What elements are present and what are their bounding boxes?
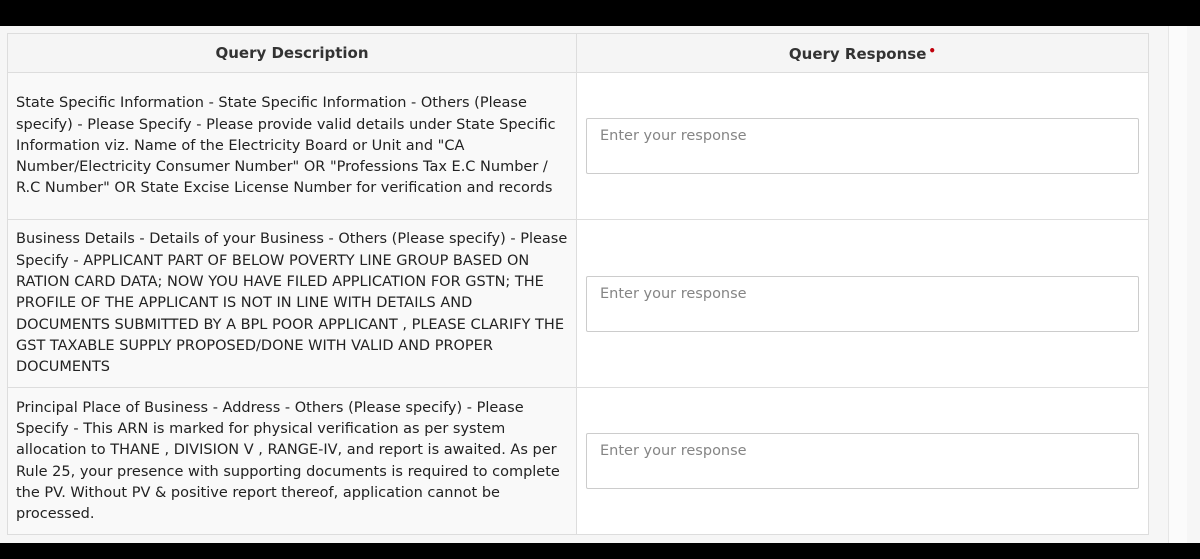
query-response-cell <box>576 72 1149 220</box>
query-table: Query Description Query Response • State … <box>7 33 1149 535</box>
table-row: State Specific Information - State Speci… <box>7 72 1149 220</box>
scroll-gutter <box>1168 26 1187 543</box>
query-description-cell: Principal Place of Business - Address - … <box>7 387 577 535</box>
query-response-cell <box>576 219 1149 388</box>
query-description-cell: Business Details - Details of your Busin… <box>7 219 577 388</box>
query-description-cell: State Specific Information - State Speci… <box>7 72 577 220</box>
top-black-bar <box>0 0 1200 26</box>
required-mark: • <box>928 43 937 58</box>
response-input[interactable] <box>586 118 1139 174</box>
query-description-header-label: Query Description <box>215 44 369 62</box>
response-input[interactable] <box>586 433 1139 489</box>
response-input[interactable] <box>586 275 1139 332</box>
table-row: Business Details - Details of your Busin… <box>7 219 1149 388</box>
query-page: Query Description Query Response • State … <box>0 26 1200 543</box>
query-description-header: Query Description <box>7 33 577 73</box>
bottom-black-bar <box>0 543 1200 559</box>
query-response-header-label: Query Response <box>788 44 927 63</box>
table-row: Principal Place of Business - Address - … <box>7 387 1149 535</box>
table-header-row: Query Description Query Response • <box>7 33 1149 73</box>
query-response-header: Query Response • <box>576 33 1149 73</box>
query-response-cell <box>576 387 1149 535</box>
